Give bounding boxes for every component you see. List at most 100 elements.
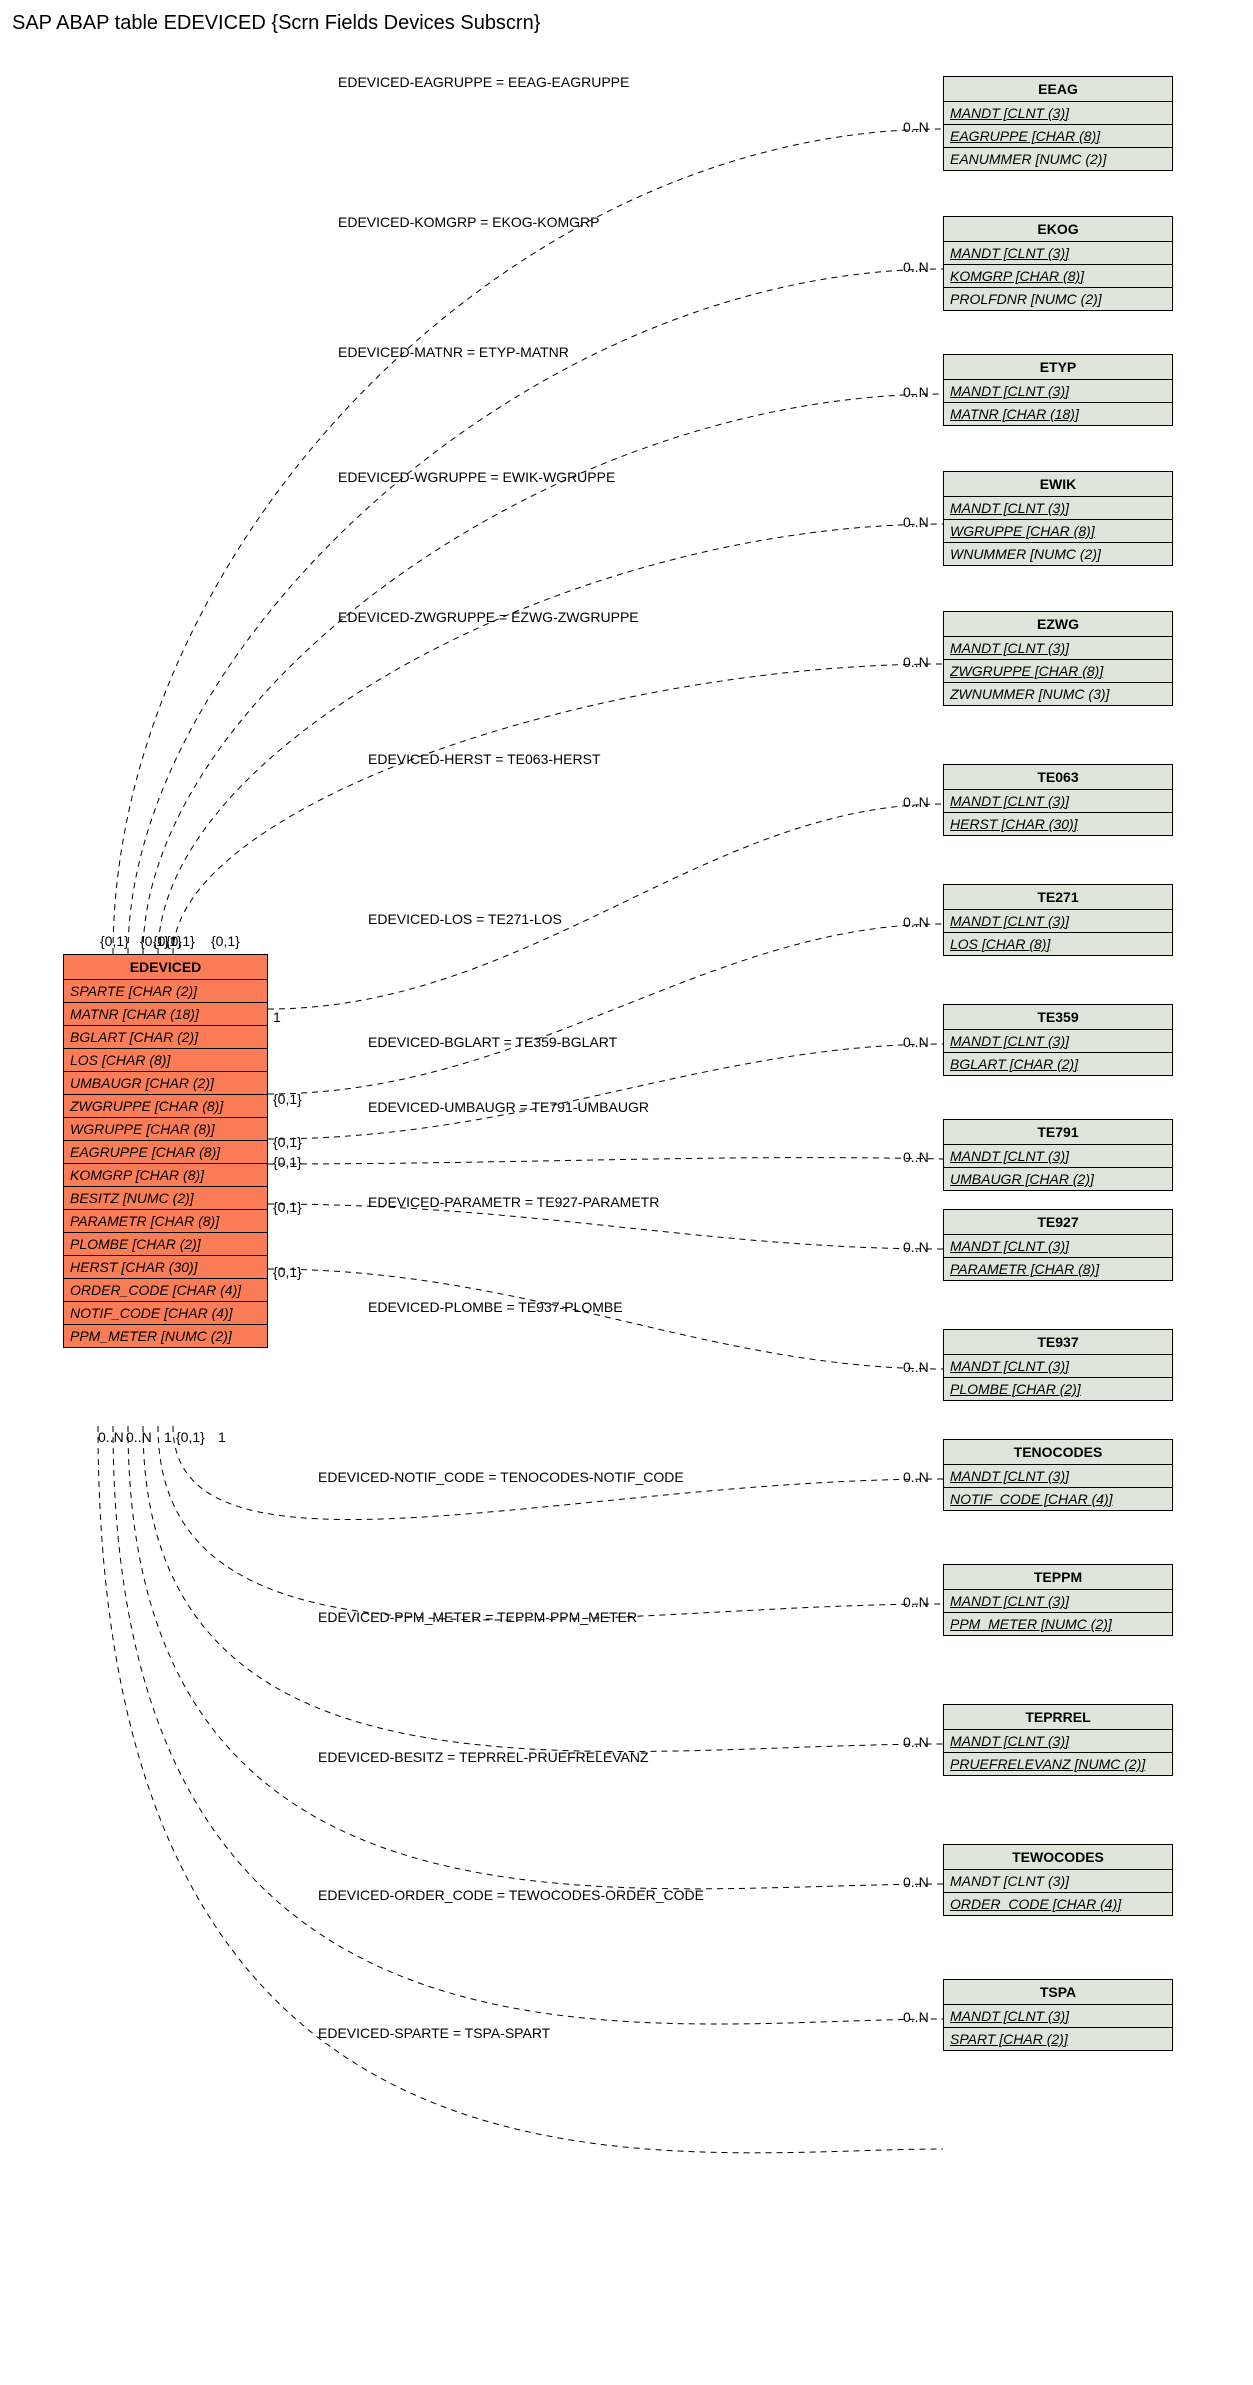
tgt-field: PARAMETR [CHAR (8)] [944, 1258, 1172, 1280]
entity-target-header: TEWOCODES [944, 1845, 1172, 1870]
card-target: 0..N [903, 1734, 929, 1750]
tgt-field: MANDT [CLNT (3)] [944, 637, 1172, 660]
relation-label: EDEVICED-ORDER_CODE = TEWOCODES-ORDER_CO… [318, 1887, 704, 1903]
tgt-field: MANDT [CLNT (3)] [944, 1145, 1172, 1168]
entity-target: EWIKMANDT [CLNT (3)]WGRUPPE [CHAR (8)]WN… [943, 471, 1173, 566]
card-target: 0..N [903, 1239, 929, 1255]
entity-target: TE791MANDT [CLNT (3)]UMBAUGR [CHAR (2)] [943, 1119, 1173, 1191]
tgt-field: BGLART [CHAR (2)] [944, 1053, 1172, 1075]
tgt-field: MANDT [CLNT (3)] [944, 497, 1172, 520]
entity-target: TSPAMANDT [CLNT (3)]SPART [CHAR (2)] [943, 1979, 1173, 2051]
entity-target: EKOGMANDT [CLNT (3)]KOMGRP [CHAR (8)]PRO… [943, 216, 1173, 311]
entity-target-header: TE271 [944, 885, 1172, 910]
tgt-field: SPART [CHAR (2)] [944, 2028, 1172, 2050]
tgt-field: PRUEFRELEVANZ [NUMC (2)] [944, 1753, 1172, 1775]
entity-target-header: TEPRREL [944, 1705, 1172, 1730]
entity-target: TEPPMMANDT [CLNT (3)]PPM_METER [NUMC (2)… [943, 1564, 1173, 1636]
tgt-field: ORDER_CODE [CHAR (4)] [944, 1893, 1172, 1915]
entity-target-header: EEAG [944, 77, 1172, 102]
tgt-field: KOMGRP [CHAR (8)] [944, 265, 1172, 288]
src-field: EAGRUPPE [CHAR (8)] [64, 1141, 267, 1164]
entity-target: TE063MANDT [CLNT (3)]HERST [CHAR (30)] [943, 764, 1173, 836]
card-target: 0..N [903, 1594, 929, 1610]
card-target: 0..N [903, 259, 929, 275]
tgt-field: WGRUPPE [CHAR (8)] [944, 520, 1172, 543]
tgt-field: PROLFDNR [NUMC (2)] [944, 288, 1172, 310]
card-src-right: 1 [273, 1009, 281, 1025]
card-src-top: {0,1} [211, 933, 240, 949]
tgt-field: MANDT [CLNT (3)] [944, 1590, 1172, 1613]
relation-label: EDEVICED-LOS = TE271-LOS [368, 911, 562, 927]
src-field: PLOMBE [CHAR (2)] [64, 1233, 267, 1256]
tgt-field: MANDT [CLNT (3)] [944, 1730, 1172, 1753]
card-target: 0..N [903, 1149, 929, 1165]
src-field: BGLART [CHAR (2)] [64, 1026, 267, 1049]
card-src-bottom: {0,1} [176, 1429, 205, 1445]
src-field: KOMGRP [CHAR (8)] [64, 1164, 267, 1187]
card-src-bottom: 0..N [126, 1429, 152, 1445]
entity-target: TE937MANDT [CLNT (3)]PLOMBE [CHAR (2)] [943, 1329, 1173, 1401]
card-target: 0..N [903, 1359, 929, 1375]
src-field: WGRUPPE [CHAR (8)] [64, 1118, 267, 1141]
relation-label: EDEVICED-MATNR = ETYP-MATNR [338, 344, 569, 360]
entity-target-header: EKOG [944, 217, 1172, 242]
relation-label: EDEVICED-PLOMBE = TE937-PLOMBE [368, 1299, 623, 1315]
relation-label: EDEVICED-ZWGRUPPE = EZWG-ZWGRUPPE [338, 609, 639, 625]
entity-target: TE271MANDT [CLNT (3)]LOS [CHAR (8)] [943, 884, 1173, 956]
entity-target-header: TE359 [944, 1005, 1172, 1030]
tgt-field: MATNR [CHAR (18)] [944, 403, 1172, 425]
card-src-bottom: 1 [164, 1429, 172, 1445]
entity-target-header: ETYP [944, 355, 1172, 380]
entity-target: TE359MANDT [CLNT (3)]BGLART [CHAR (2)] [943, 1004, 1173, 1076]
entity-target-header: EWIK [944, 472, 1172, 497]
tgt-field: LOS [CHAR (8)] [944, 933, 1172, 955]
src-field: HERST [CHAR (30)] [64, 1256, 267, 1279]
tgt-field: MANDT [CLNT (3)] [944, 242, 1172, 265]
src-field: LOS [CHAR (8)] [64, 1049, 267, 1072]
entity-target: ETYPMANDT [CLNT (3)]MATNR [CHAR (18)] [943, 354, 1173, 426]
tgt-field: HERST [CHAR (30)] [944, 813, 1172, 835]
relation-label: EDEVICED-NOTIF_CODE = TENOCODES-NOTIF_CO… [318, 1469, 684, 1485]
card-target: 0..N [903, 514, 929, 530]
card-target: 0..N [903, 914, 929, 930]
tgt-field: UMBAUGR [CHAR (2)] [944, 1168, 1172, 1190]
relation-label: EDEVICED-BESITZ = TEPRREL-PRUEFRELEVANZ [318, 1749, 649, 1765]
card-target: 0..N [903, 1874, 929, 1890]
tgt-field: MANDT [CLNT (3)] [944, 2005, 1172, 2028]
card-src-right: {0,1} [273, 1091, 302, 1107]
tgt-field: MANDT [CLNT (3)] [944, 380, 1172, 403]
card-target: 0..N [903, 1034, 929, 1050]
entity-target-header: EZWG [944, 612, 1172, 637]
relation-label: EDEVICED-KOMGRP = EKOG-KOMGRP [338, 214, 600, 230]
card-src-top: {0,1} [166, 933, 195, 949]
relation-label: EDEVICED-BGLART = TE359-BGLART [368, 1034, 617, 1050]
card-target: 0..N [903, 119, 929, 135]
tgt-field: MANDT [CLNT (3)] [944, 1235, 1172, 1258]
tgt-field: ZWGRUPPE [CHAR (8)] [944, 660, 1172, 683]
entity-target: TE927MANDT [CLNT (3)]PARAMETR [CHAR (8)] [943, 1209, 1173, 1281]
tgt-field: WNUMMER [NUMC (2)] [944, 543, 1172, 565]
entity-target-header: TE937 [944, 1330, 1172, 1355]
card-src-right: {0,1} [273, 1264, 302, 1280]
entity-target: TEWOCODESMANDT [CLNT (3)]ORDER_CODE [CHA… [943, 1844, 1173, 1916]
card-src-right: {0,1} [273, 1199, 302, 1215]
src-field: ZWGRUPPE [CHAR (8)] [64, 1095, 267, 1118]
entity-target-header: TEPPM [944, 1565, 1172, 1590]
tgt-field: MANDT [CLNT (3)] [944, 102, 1172, 125]
card-target: 0..N [903, 1469, 929, 1485]
tgt-field: NOTIF_CODE [CHAR (4)] [944, 1488, 1172, 1510]
card-target: 0..N [903, 2009, 929, 2025]
card-target: 0..N [903, 794, 929, 810]
tgt-field: MANDT [CLNT (3)] [944, 1030, 1172, 1053]
relation-label: EDEVICED-WGRUPPE = EWIK-WGRUPPE [338, 469, 615, 485]
entity-target: TEPRRELMANDT [CLNT (3)]PRUEFRELEVANZ [NU… [943, 1704, 1173, 1776]
tgt-field: MANDT [CLNT (3)] [944, 1870, 1172, 1893]
entity-source: EDEVICED SPARTE [CHAR (2)] MATNR [CHAR (… [63, 954, 268, 1348]
tgt-field: PPM_METER [NUMC (2)] [944, 1613, 1172, 1635]
card-src-top: {0,1} [100, 933, 129, 949]
src-field: BESITZ [NUMC (2)] [64, 1187, 267, 1210]
entity-target: EZWGMANDT [CLNT (3)]ZWGRUPPE [CHAR (8)]Z… [943, 611, 1173, 706]
src-field: NOTIF_CODE [CHAR (4)] [64, 1302, 267, 1325]
src-field: PARAMETR [CHAR (8)] [64, 1210, 267, 1233]
er-diagram-canvas: EDEVICED SPARTE [CHAR (2)] MATNR [CHAR (… [8, 49, 1238, 2369]
